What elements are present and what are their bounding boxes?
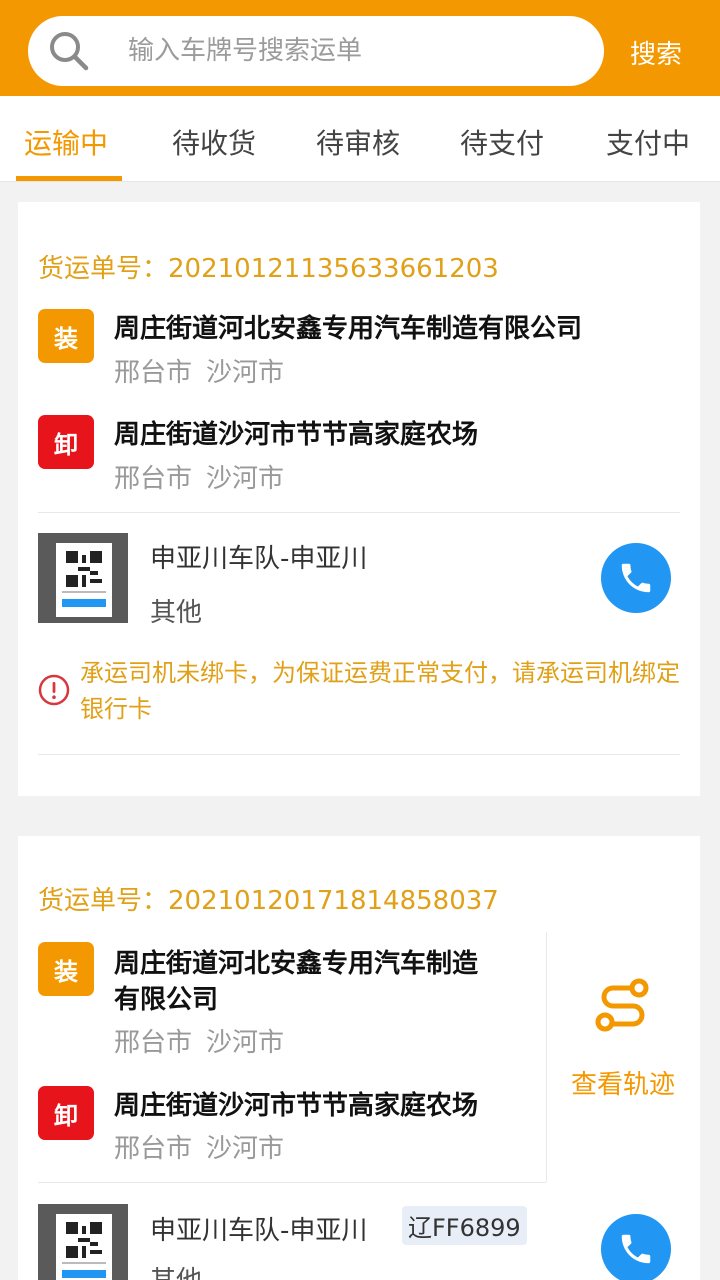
unload-company: 周庄街道沙河市节节高家庭农场	[114, 1091, 479, 1121]
search-input[interactable]	[128, 16, 588, 86]
tab-pending-receipt[interactable]: 待收货	[172, 122, 256, 162]
driver-qr-thumbnail[interactable]	[38, 1204, 128, 1280]
tab-in-transit[interactable]: 运输中	[24, 122, 108, 162]
phone-icon	[621, 1234, 651, 1264]
load-district: 沙河市	[206, 358, 285, 388]
unload-badge: 卸	[38, 415, 94, 469]
license-plate: 辽FF6899	[402, 1206, 527, 1245]
call-driver-button[interactable]	[601, 1214, 671, 1280]
vehicle-type: 其他	[150, 598, 203, 628]
qr-code-icon	[66, 551, 102, 587]
unload-district: 沙河市	[206, 464, 285, 494]
load-company: 周庄街道河北安鑫专用汽车制造有限公司	[114, 314, 583, 344]
qr-paper	[56, 543, 112, 617]
warning-icon	[38, 674, 70, 706]
header-bar: 搜索	[0, 0, 720, 96]
unload-district: 沙河市	[206, 1134, 285, 1164]
bank-card-warning: 承运司机未绑卡，为保证运费正常支付，请承运司机绑定银行卡	[80, 659, 680, 723]
load-badge: 装	[38, 309, 94, 363]
view-track-button[interactable]: 查看轨迹	[546, 974, 700, 1101]
view-track-label: 查看轨迹	[570, 1070, 675, 1100]
load-city: 邢台市	[114, 358, 193, 388]
driver-name: 申亚川车队-申亚川	[150, 544, 368, 574]
tab-pending-payment[interactable]: 待支付	[460, 122, 544, 162]
active-tab-indicator	[16, 176, 122, 181]
divider	[38, 754, 680, 755]
waybill-number: 货运单号：20210120171814858037	[38, 886, 499, 916]
route-icon	[595, 978, 649, 1032]
load-badge: 装	[38, 942, 94, 996]
search-box[interactable]	[28, 16, 604, 86]
load-company-line1: 周庄街道河北安鑫专用汽车制造	[114, 949, 479, 979]
qr-caption-line	[62, 591, 106, 593]
unload-company: 周庄街道沙河市节节高家庭农场	[114, 420, 479, 450]
load-company-line2: 有限公司	[114, 985, 219, 1015]
driver-qr-thumbnail[interactable]	[38, 533, 128, 623]
load-location: 邢台市 沙河市	[114, 1022, 284, 1059]
unload-city: 邢台市	[114, 464, 193, 494]
status-tabs: 运输中 待收货 待审核 待支付 支付中	[0, 96, 720, 182]
phone-icon	[621, 563, 651, 593]
qr-caption-line	[62, 1262, 106, 1264]
qr-button-bar	[62, 599, 106, 607]
driver-name: 申亚川车队-申亚川	[150, 1216, 368, 1246]
divider	[38, 1182, 546, 1183]
search-button[interactable]: 搜索	[630, 34, 682, 71]
load-district: 沙河市	[206, 1028, 285, 1058]
tab-paying[interactable]: 支付中	[606, 122, 690, 162]
qr-button-bar	[62, 1270, 106, 1278]
unload-city: 邢台市	[114, 1134, 193, 1164]
load-location: 邢台市 沙河市	[114, 352, 284, 389]
vehicle-type: 其他	[150, 1260, 202, 1280]
search-icon	[50, 32, 89, 71]
call-driver-button[interactable]	[601, 543, 671, 613]
waybill-number: 货运单号：20210121135633661203	[38, 254, 499, 284]
unload-badge: 卸	[38, 1086, 94, 1140]
order-card[interactable]: 货运单号：20210121135633661203 装 周庄街道河北安鑫专用汽车…	[18, 202, 700, 796]
divider	[38, 512, 680, 513]
qr-code-icon	[66, 1222, 102, 1258]
unload-location: 邢台市 沙河市	[114, 1128, 284, 1165]
qr-paper	[56, 1214, 112, 1280]
load-city: 邢台市	[114, 1028, 193, 1058]
tab-pending-review[interactable]: 待审核	[316, 122, 400, 162]
unload-location: 邢台市 沙河市	[114, 458, 284, 495]
order-card[interactable]: 货运单号：20210120171814858037 装 周庄街道河北安鑫专用汽车…	[18, 836, 700, 1280]
